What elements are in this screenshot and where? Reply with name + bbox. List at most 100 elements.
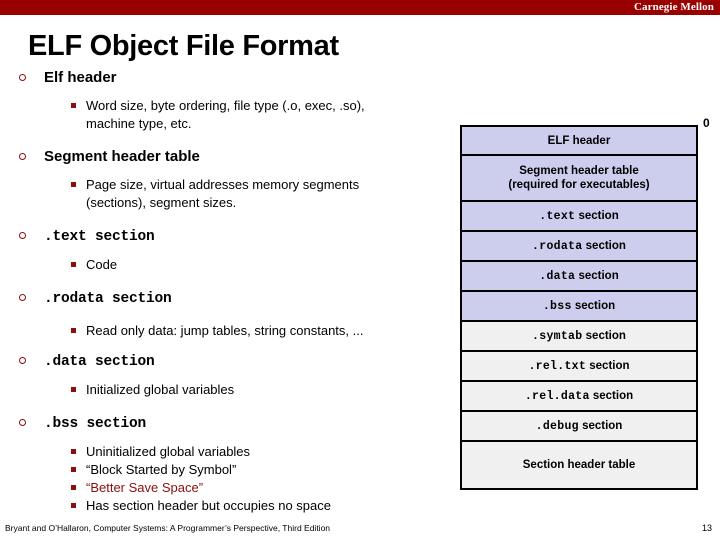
bullet-item-rodata-section: .rodata section: [0, 288, 452, 309]
diagram-box-label-wrap: Segment header table (required for execu…: [508, 164, 649, 192]
circle-bullet-icon: [19, 153, 26, 160]
diagram-box-label-wrap: .rodata section: [532, 239, 626, 254]
diagram-box-label: Section header table: [522, 459, 636, 471]
sub-bullet-item: Uninitialized global variables: [0, 443, 452, 460]
sub-bullet-item: Initialized global variables: [0, 381, 452, 398]
diagram-box-rodata-section: .rodata section: [462, 232, 696, 262]
bullet-item-data-section: .data section: [0, 351, 452, 372]
diagram-box-label: section: [582, 329, 626, 342]
bullet-label: Elf header: [44, 69, 117, 86]
bullet-label: .rodata section: [44, 291, 172, 307]
square-bullet-icon: [71, 328, 76, 333]
bullet-label: .data section: [44, 354, 155, 370]
sub-bullet-label: Initialized global variables: [86, 382, 235, 397]
bullet-list: Elf header Word size, byte ordering, fil…: [0, 68, 452, 515]
sub-bullet-label: “Better Save Space”: [86, 480, 204, 495]
header-bar: Carnegie Mellon: [0, 0, 720, 15]
sub-bullet-item: “Block Started by Symbol”: [0, 461, 452, 478]
diagram-box-sublabel: (required for executables): [508, 179, 650, 191]
sub-bullet-label: Page size, virtual addresses memory segm…: [86, 177, 360, 192]
diagram-box-mono-label: .text: [539, 209, 576, 223]
diagram-box-label: section: [578, 419, 623, 432]
diagram-box-segment-header-table: Segment header table (required for execu…: [462, 156, 696, 202]
diagram-box-label-wrap: .data section: [539, 269, 618, 284]
square-bullet-icon: [71, 387, 76, 392]
diagram-box-section-header-table: Section header table: [462, 442, 696, 488]
diagram-box-symtab-section: .symtab section: [462, 322, 696, 352]
diagram-box-label-wrap: .symtab section: [532, 329, 626, 344]
diagram-box-mono-label: .rel.data: [524, 389, 590, 403]
diagram-box-label: ELF header: [547, 134, 611, 147]
square-bullet-icon: [71, 503, 76, 508]
diagram-box-mono-label: .debug: [535, 419, 579, 433]
diagram-box-label: section: [575, 209, 619, 222]
sub-bullet-item: “Better Save Space”: [0, 479, 452, 496]
footer-page-number: 13: [701, 523, 712, 533]
diagram-box-elf-header: ELF header: [462, 127, 696, 156]
diagram-box-label-wrap: .rel.data section: [525, 389, 633, 404]
sub-bullet-item: Page size, virtual addresses memory segm…: [0, 176, 452, 193]
sub-bullet-continuation: machine type, etc.: [0, 115, 452, 132]
sub-bullet-label: Word size, byte ordering, file type (.o,…: [86, 98, 365, 113]
bullet-item-elf-header: Elf header: [0, 68, 452, 88]
circle-bullet-icon: [19, 357, 26, 364]
footer-citation: Bryant and O’Hallaron, Computer Systems:…: [5, 523, 331, 533]
bullet-item-bss-section: .bss section: [0, 413, 452, 434]
sub-bullet-label: “Block Started by Symbol”: [86, 462, 237, 477]
sub-bullet-label: Read only data: jump tables, string cons…: [86, 323, 364, 338]
diagram-box-mono-label: .rel.txt: [528, 359, 587, 373]
square-bullet-icon: [71, 103, 76, 108]
circle-bullet-icon: [19, 294, 26, 301]
diagram-box-label-wrap: .rel.txt section: [528, 359, 629, 374]
diagram-box-label: Segment header table: [519, 165, 639, 177]
diagram-box-rel-data-section: .rel.data section: [462, 382, 696, 412]
diagram-box-label-wrap: .debug section: [536, 419, 623, 434]
diagram-box-mono-label: .bss: [542, 299, 572, 313]
sub-bullet-item: Read only data: jump tables, string cons…: [0, 322, 452, 339]
square-bullet-icon: [71, 467, 76, 472]
sub-bullet-label: Code: [86, 257, 118, 272]
diagram-box-rel-txt-section: .rel.txt section: [462, 352, 696, 382]
circle-bullet-icon: [19, 74, 26, 81]
diagram-box-mono-label: .data: [539, 269, 576, 283]
circle-bullet-icon: [19, 419, 26, 426]
diagram-box-label: section: [582, 239, 626, 252]
diagram-box-label: section: [586, 359, 630, 372]
diagram-box-text-section: .text section: [462, 202, 696, 232]
sub-bullet-item: Has section header but occupies no space: [0, 497, 452, 514]
sub-bullet-continuation: (sections), segment sizes.: [0, 194, 452, 211]
sub-bullet-item: Code: [0, 256, 452, 273]
diagram-box-label: section: [575, 269, 619, 282]
square-bullet-icon: [71, 262, 76, 267]
diagram-box-label-wrap: .bss section: [543, 299, 615, 314]
offset-zero-label: 0: [703, 116, 710, 130]
square-bullet-icon: [71, 485, 76, 490]
square-bullet-icon: [71, 449, 76, 454]
diagram-box-mono-label: .rodata: [532, 239, 583, 253]
bullet-item-text-section: .text section: [0, 226, 452, 247]
diagram-box-label-wrap: .text section: [539, 209, 618, 224]
sub-bullet-label: (sections), segment sizes.: [86, 195, 237, 210]
bullet-label: .text section: [44, 229, 155, 245]
diagram-box-label: section: [589, 389, 634, 402]
brand-label: Carnegie Mellon: [633, 1, 714, 13]
sub-bullet-label: machine type, etc.: [86, 116, 192, 131]
sub-bullet-label: Has section header but occupies no space: [86, 498, 331, 513]
diagram-box-debug-section: .debug section: [462, 412, 696, 442]
diagram-box-label: section: [571, 299, 616, 312]
diagram-box-bss-section: .bss section: [462, 292, 696, 322]
elf-layout-diagram: ELF header Segment header table (require…: [460, 125, 698, 490]
diagram-box-mono-label: .symtab: [532, 329, 583, 343]
page-title: ELF Object File Format: [28, 30, 339, 62]
bullet-label: .bss section: [44, 416, 147, 432]
square-bullet-icon: [71, 182, 76, 187]
